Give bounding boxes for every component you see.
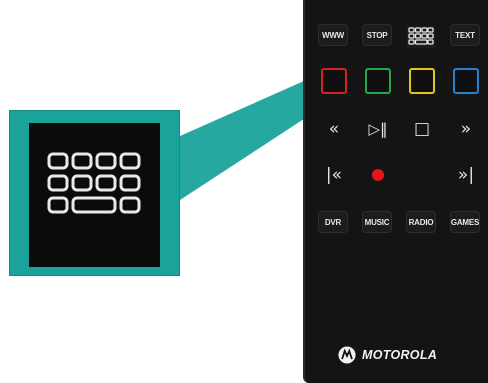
- music-button[interactable]: MUSIC: [362, 211, 392, 233]
- yellow-button[interactable]: [409, 68, 435, 94]
- green-button[interactable]: [365, 68, 391, 94]
- play-pause-button[interactable]: ▷‖: [363, 114, 393, 144]
- text-button[interactable]: TEXT: [450, 24, 480, 46]
- blue-button[interactable]: [453, 68, 479, 94]
- brand-name: MOTOROLA: [362, 348, 438, 362]
- zoom-callout: [9, 110, 180, 276]
- skip-forward-button[interactable]: »|: [451, 160, 481, 190]
- radio-button[interactable]: RADIO: [406, 211, 436, 233]
- rewind-button[interactable]: «: [319, 114, 349, 144]
- fast-forward-button[interactable]: »: [451, 114, 481, 144]
- remote-control: WWW STOP TEXT « ▷‖ □ » |« »| DVR MUSIC R…: [303, 0, 488, 383]
- www-button[interactable]: WWW: [318, 24, 348, 46]
- keypad-icon: [47, 152, 141, 214]
- games-button[interactable]: GAMES: [450, 211, 480, 233]
- red-button[interactable]: [321, 68, 347, 94]
- brand-logo-area: MOTOROLA: [338, 346, 437, 364]
- keypad-icon-small: [407, 26, 435, 48]
- record-button[interactable]: [372, 169, 384, 181]
- stop-square-button[interactable]: □: [407, 114, 437, 144]
- motorola-logo-icon: [338, 346, 356, 364]
- skip-back-button[interactable]: |«: [319, 160, 349, 190]
- zoom-inset: [29, 123, 160, 267]
- stop-button[interactable]: STOP: [362, 24, 392, 46]
- dvr-button[interactable]: DVR: [318, 211, 348, 233]
